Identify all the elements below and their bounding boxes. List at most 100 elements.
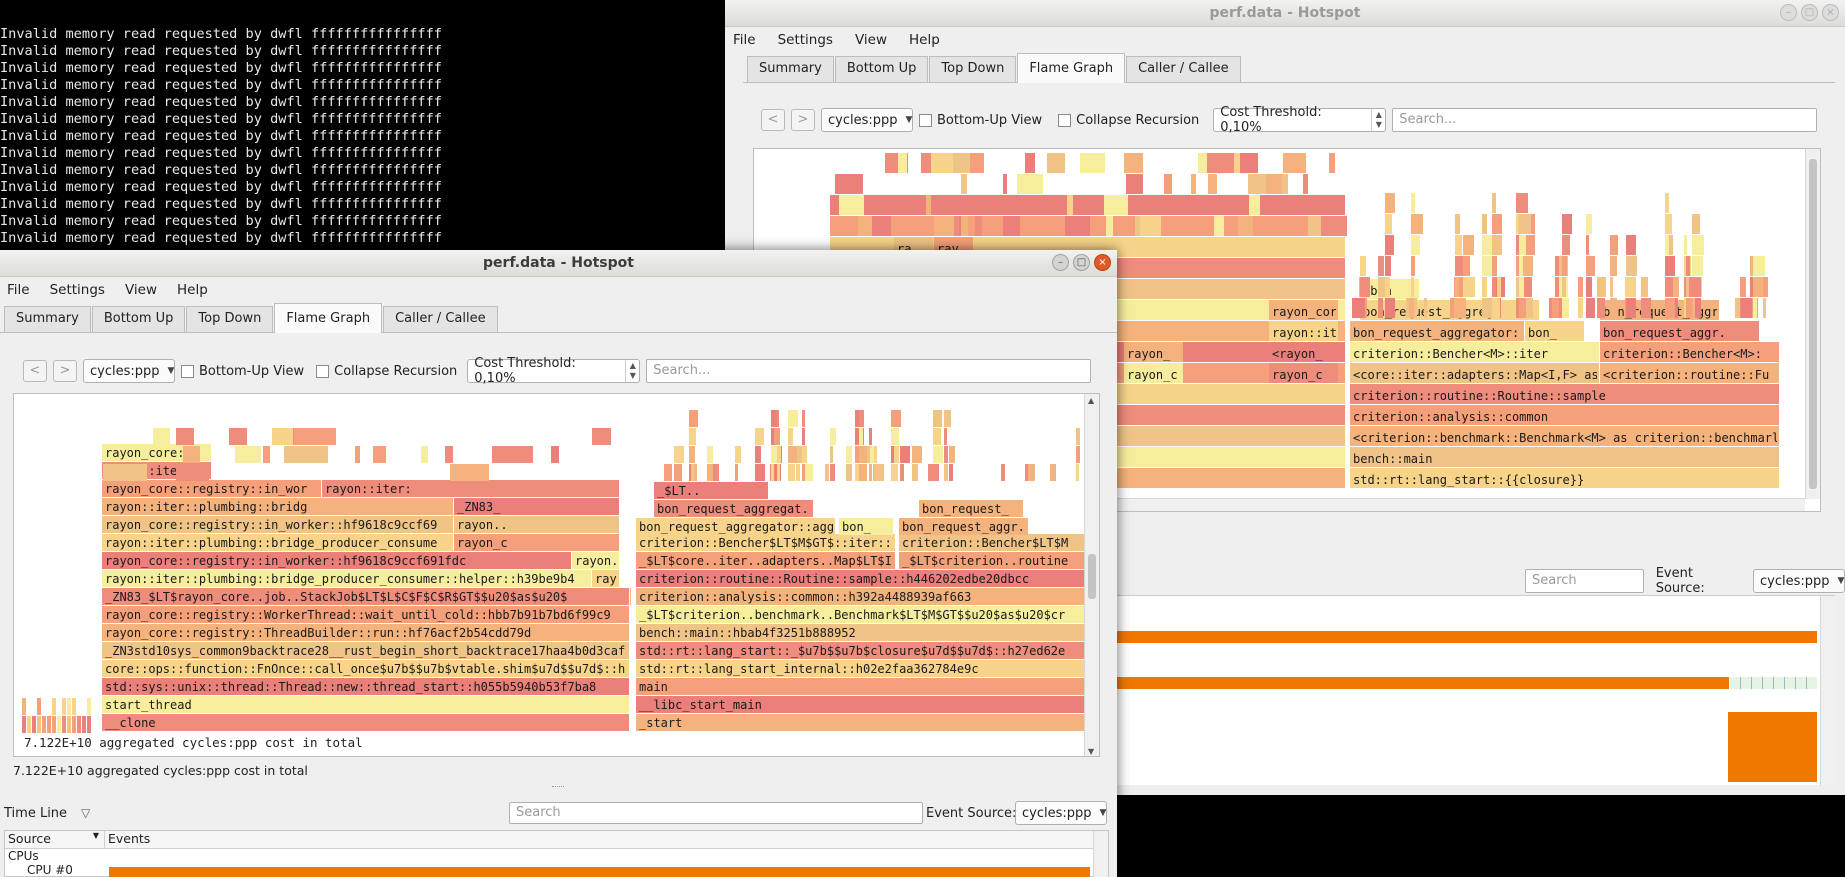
flame-frame[interactable] [1516,235,1519,255]
flame-frame[interactable] [834,216,858,236]
flame-frame[interactable] [1482,214,1487,234]
flame-frame[interactable] [859,464,867,481]
flame-frame[interactable] [1238,216,1253,236]
flame-frame[interactable] [788,410,798,427]
flame-frame[interactable]: bon_request_aggre [1600,300,1726,320]
flame-frame[interactable] [1001,464,1005,481]
flame-frame[interactable] [912,464,916,481]
flame-frame[interactable]: bench::main::hbab4f3251b888952 [636,624,1100,641]
flame-frame[interactable] [1492,256,1497,276]
flame-frame[interactable] [1164,174,1172,194]
flame-frame[interactable] [1378,298,1383,318]
flame-frame[interactable]: std::rt::lang_start::_$u7b$$u7b$closure$… [636,642,1100,659]
flame-frame[interactable] [874,464,884,481]
flame-frame[interactable] [835,174,859,194]
flame-frame[interactable] [713,464,719,481]
spin-arrows-icon[interactable]: ▲ ▼ [1371,109,1385,131]
flame-frame[interactable]: <core::iter::adapters::Map<I,F> as [1350,363,1599,383]
back-nav-button[interactable]: < [761,109,785,131]
flame-frame[interactable] [1626,277,1636,297]
flame-frame[interactable] [22,698,26,715]
flame-frame[interactable] [949,464,953,481]
flame-frame[interactable] [1555,277,1559,297]
flame-frame[interactable] [32,716,36,733]
flame-frame[interactable] [492,446,533,463]
flame-frame[interactable] [1586,298,1595,318]
flame-frame[interactable] [930,153,953,173]
flame-frame[interactable] [1516,193,1528,213]
flame-frame[interactable] [689,446,695,463]
flame-frame[interactable] [830,446,833,463]
splitter-handle[interactable] [552,786,564,787]
flame-frame[interactable] [1411,277,1414,297]
flame-frame[interactable] [67,716,71,733]
flame-frame[interactable] [1482,277,1487,297]
flame-frame[interactable] [933,464,939,481]
flame-frame[interactable] [1321,216,1347,236]
flame-frame[interactable] [1586,214,1592,234]
flame-frame[interactable] [830,464,835,481]
flame-frame[interactable] [1482,235,1493,255]
flame-frame[interactable] [450,464,489,481]
flame-frame[interactable] [373,446,386,463]
flame-frame[interactable] [1686,256,1690,276]
flame-frame[interactable]: rayon::iter::plumbing::bridg [102,498,453,515]
flame-frame[interactable] [912,446,922,463]
flame-frame[interactable]: rayon_core::registry::in_wor [102,480,321,497]
spin-arrows-icon[interactable]: ▲ ▼ [625,360,639,382]
flame-frame[interactable]: _$LT$criterion..benchmark..Benchmark$LT$… [636,606,1100,623]
flame-frame[interactable] [1665,235,1669,255]
flame-frame[interactable] [47,716,51,733]
flame-frame[interactable] [1562,277,1566,297]
flame-frame[interactable]: rayon_core::registry::ThreadBuilder::run… [102,624,629,641]
flame-frame[interactable]: bon_request_aggregator::agg [1350,321,1548,341]
scrollbar-thumb[interactable] [1809,159,1817,489]
close-button[interactable]: × [1094,254,1111,271]
flame-frame[interactable]: criterion::Bencher$LT$M$GT$::iter:: [636,534,895,551]
flame-frame[interactable] [272,428,293,445]
cost-threshold-spinbox[interactable]: Cost Threshold: 0,10% ▲ ▼ [1213,105,1387,135]
flame-frame[interactable] [1735,298,1740,318]
flame-frame[interactable] [1260,195,1278,215]
flame-frame[interactable] [1385,298,1395,318]
flame-frame[interactable]: rayon_core::registry::in_worker::hf9618c… [102,516,453,533]
flame-frame[interactable] [1089,153,1093,173]
flame-frame[interactable] [944,410,951,427]
collapse-recursion-checkbox[interactable]: Collapse Recursion [316,364,457,379]
flame-frame[interactable] [1626,298,1636,318]
flame-frame[interactable] [1003,216,1020,236]
flame-frame[interactable] [1586,256,1595,276]
flame-frame[interactable] [1017,174,1043,194]
flame-frame[interactable] [72,716,76,733]
flame-frame[interactable] [926,195,931,215]
flame-frame[interactable]: bon_ [839,518,893,535]
flame-frame[interactable] [27,716,31,733]
flame-frame[interactable] [1463,235,1474,255]
flame-frame[interactable] [771,410,777,427]
flame-frame[interactable] [1626,235,1636,255]
flame-frame[interactable] [1692,214,1700,234]
flame-frame[interactable] [1555,256,1559,276]
front-window-titlebar[interactable]: perf.data - Hotspot – □ × [0,250,1117,277]
flame-frame[interactable] [1753,298,1757,318]
timeline-scrollbar[interactable] [1093,831,1108,877]
flame-frame[interactable] [891,446,894,463]
flame-frame[interactable] [846,464,852,481]
flame-frame[interactable] [1492,214,1502,234]
scroll-down-icon[interactable]: ▼ [1088,747,1094,756]
front-flame-graph-canvas[interactable]: __clone start_thread std::sys::unix::threa… [14,394,1100,757]
flame-frame[interactable] [869,464,872,481]
flame-frame[interactable] [1692,277,1701,297]
flame-frame[interactable] [1641,277,1648,297]
flame-frame[interactable] [1519,277,1524,297]
flame-frame[interactable]: rayon_ [1124,342,1183,362]
flame-frame[interactable] [1126,174,1143,194]
flame-frame[interactable]: criterion::Bencher<M>::iter [1350,342,1599,362]
flame-frame[interactable] [1519,214,1531,234]
flame-frame[interactable] [802,428,805,445]
scroll-up-icon[interactable]: ▲ [1088,396,1094,405]
menu-view[interactable]: View [853,30,889,50]
flame-frame[interactable] [1139,216,1161,236]
timeline-row-cpu0[interactable]: CPU #0 [5,863,1108,877]
flame-frame[interactable] [57,716,61,733]
